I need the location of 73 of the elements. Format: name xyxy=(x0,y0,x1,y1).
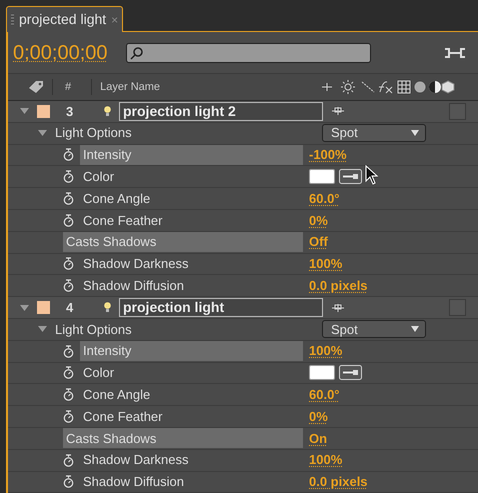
property-value[interactable]: 0% xyxy=(309,406,328,426)
eyedropper-button[interactable] xyxy=(339,169,362,184)
stopwatch-icon[interactable] xyxy=(63,388,74,402)
layer-number: 3 xyxy=(66,102,74,121)
property-name[interactable]: Shadow Diffusion xyxy=(80,276,303,296)
property-name[interactable]: Intensity xyxy=(80,144,303,165)
dropdown-arrow-icon xyxy=(411,326,419,332)
stopwatch-icon[interactable] xyxy=(63,148,74,162)
light-type-dropdown[interactable]: Spot xyxy=(322,320,426,338)
stopwatch-icon[interactable] xyxy=(63,366,74,380)
property-name[interactable]: Shadow Darkness xyxy=(80,254,303,274)
layer-name-field[interactable]: projection light 2 xyxy=(119,102,323,121)
color-swatch[interactable] xyxy=(309,169,335,184)
layer-name-field[interactable]: projection light xyxy=(119,298,323,318)
search-field[interactable] xyxy=(126,42,371,62)
stopwatch-icon[interactable] xyxy=(63,344,74,358)
search-icon xyxy=(130,46,144,60)
property-value[interactable]: 100% xyxy=(309,254,342,274)
stopwatch-icon[interactable] xyxy=(63,279,74,292)
mouse-cursor-icon xyxy=(365,165,379,185)
property-value[interactable]: 0% xyxy=(309,210,328,230)
close-button[interactable]: × xyxy=(111,10,118,28)
stopwatch-icon[interactable] xyxy=(63,257,74,270)
property-name[interactable]: Cone Feather xyxy=(80,406,303,427)
grip-icon[interactable] xyxy=(11,14,14,26)
property-name[interactable]: Cone Feather xyxy=(80,210,303,230)
property-value[interactable]: 60.0° xyxy=(309,385,340,404)
stopwatch-icon[interactable] xyxy=(63,214,74,227)
column-header: # xyxy=(65,80,72,95)
light-type-dropdown[interactable]: Spot xyxy=(322,124,426,142)
property-value[interactable]: 0.0 pixels xyxy=(309,276,368,296)
property-group-label[interactable]: Light Options xyxy=(55,123,322,143)
expanded-triangle-icon[interactable] xyxy=(38,129,47,138)
property-name[interactable]: Shadow Diffusion xyxy=(80,472,303,492)
stopwatch-icon[interactable] xyxy=(63,170,74,184)
expanded-triangle-icon[interactable] xyxy=(38,325,47,334)
property-name[interactable]: Color xyxy=(80,166,303,187)
property-value[interactable]: On xyxy=(309,428,328,448)
property-name[interactable]: Casts Shadows xyxy=(63,428,303,448)
expanded-triangle-icon[interactable] xyxy=(20,107,29,116)
label-tag-icon[interactable] xyxy=(28,80,44,94)
stopwatch-icon[interactable] xyxy=(63,454,74,467)
property-name[interactable]: Shadow Darkness xyxy=(80,450,303,470)
stopwatch-icon[interactable] xyxy=(63,192,74,206)
light-bulb-icon xyxy=(104,302,111,314)
property-value[interactable]: 100% xyxy=(309,341,342,361)
color-swatch[interactable] xyxy=(309,365,335,380)
label-swatch[interactable] xyxy=(37,104,50,118)
panel-tab[interactable]: projected light × xyxy=(6,6,124,32)
property-name[interactable]: Color xyxy=(80,362,303,383)
eyedropper-button[interactable] xyxy=(339,365,362,380)
column-header: Layer Name xyxy=(100,80,162,95)
light-switch-icon[interactable] xyxy=(331,302,345,313)
light-bulb-icon xyxy=(104,106,111,117)
property-value[interactable]: 0.0 pixels xyxy=(309,472,368,492)
property-value[interactable]: 100% xyxy=(309,450,342,470)
stopwatch-icon[interactable] xyxy=(63,475,74,488)
layer-number: 4 xyxy=(66,298,74,317)
property-name[interactable]: Cone Angle xyxy=(80,384,303,405)
property-name[interactable]: Casts Shadows xyxy=(63,232,303,252)
timecode[interactable]: 0;00;00;00 xyxy=(13,38,108,68)
property-value[interactable]: 60.0° xyxy=(309,188,340,208)
property-name[interactable]: Intensity xyxy=(80,341,303,362)
composition-flowchart-icon[interactable] xyxy=(444,46,466,60)
property-value[interactable]: Off xyxy=(309,232,328,252)
light-switch-icon[interactable] xyxy=(331,106,345,116)
property-value[interactable]: -100% xyxy=(309,145,347,165)
property-group-label[interactable]: Light Options xyxy=(55,320,322,340)
label-swatch[interactable] xyxy=(37,301,50,314)
property-name[interactable]: Cone Angle xyxy=(80,188,303,209)
dropdown-arrow-icon xyxy=(411,130,419,136)
expanded-triangle-icon[interactable] xyxy=(20,304,29,312)
stopwatch-icon[interactable] xyxy=(63,410,74,424)
